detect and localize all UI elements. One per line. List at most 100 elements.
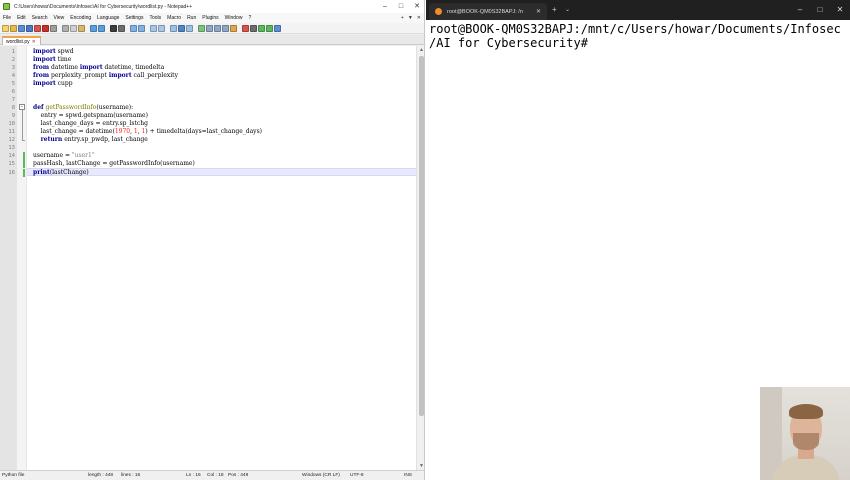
menu-macro[interactable]: Macro [164,15,184,21]
toolbar-separator [194,25,197,32]
cut-icon[interactable] [62,24,69,32]
terminal-maximize-button[interactable]: □ [810,0,830,20]
terminal-close-button[interactable]: ✕ [830,0,850,20]
tab-label: wordlist.py [6,38,30,45]
zoom-in-icon[interactable] [130,24,137,32]
menu-plugins[interactable]: Plugins [199,15,221,21]
doc-map-icon[interactable] [206,24,213,32]
menu-edit[interactable]: Edit [14,15,29,21]
udl-icon[interactable] [198,24,205,32]
code-text: last_change = datetime(1970, 1, 1) + tim… [33,128,262,135]
print-icon[interactable] [50,24,57,32]
menu-encoding[interactable]: Encoding [67,15,94,21]
window-title: C:\Users\howar\Documents\Infosec\AI for … [14,3,193,10]
menu-tools[interactable]: Tools [146,15,164,21]
status-lines: lines : 16 [121,473,141,478]
new-tab-button[interactable]: + [552,5,557,14]
save-icon[interactable] [18,24,25,32]
terminal-minimize-button[interactable]: – [790,0,810,20]
status-mode: INS [404,473,412,478]
tab-wordlist-py[interactable]: wordlist.py ✕ [2,36,41,45]
code-line: 1 import spwd [12,48,416,56]
code-line: 6 [12,88,416,96]
status-encoding: UTF-8 [350,473,364,478]
status-bar: Python file length : 448 lines : 16 Ln :… [0,470,424,480]
vertical-scrollbar[interactable]: ▲ ▼ [416,46,424,470]
menu-run[interactable]: Run [184,15,199,21]
save-macro-icon[interactable] [274,24,281,32]
copy-icon[interactable] [70,24,77,32]
show-all-chars-icon[interactable] [178,24,185,32]
minimize-button[interactable]: – [377,0,393,13]
toolbar-separator [146,25,149,32]
scroll-down-icon[interactable]: ▼ [417,462,424,470]
linux-penguin-icon [435,8,442,15]
code-line: 4 from perplexity_prompt import call_per… [12,72,416,80]
scrollbar-thumb[interactable] [419,56,424,416]
terminal-prompt-line: root@BOOK-QM0S32BAPJ:/mnt/c/Users/howar/… [429,22,841,36]
terminal-tab[interactable]: root@BOOK-QM0S32BAPJ: /n ✕ [429,3,547,20]
code-text: username = "user1" [33,152,95,159]
status-ln: Ln : 16 [186,473,201,478]
code-line: 3 from datetime import datetime, timedel… [12,64,416,72]
webcam-overlay [760,387,850,480]
undo-icon[interactable] [90,24,97,32]
maximize-button[interactable]: □ [393,0,409,13]
stop-macro-icon[interactable] [250,24,257,32]
menu-right-controls: + ▼ ✕ [401,13,421,23]
paste-icon[interactable] [78,24,85,32]
current-code-line: 16 print(lastChange) [8,168,416,177]
new-file-icon[interactable] [2,24,9,32]
tab-list-button[interactable]: ▼ [408,13,413,23]
function-list-icon[interactable] [222,24,229,32]
terminal-window-controls: – □ ✕ [790,0,850,20]
redo-icon[interactable] [98,24,105,32]
close-all-icon[interactable] [42,24,49,32]
close-file-icon[interactable] [34,24,41,32]
word-wrap-icon[interactable] [170,24,177,32]
terminal-tab-title: root@BOOK-QM0S32BAPJ: /n [447,8,523,15]
toolbar-separator [126,25,129,32]
folder-as-workspace-icon[interactable] [230,24,237,32]
code-line: 15 passHash, lastChange = getPasswordInf… [8,160,416,168]
add-tab-button[interactable]: + [401,13,404,23]
play-macro-icon[interactable] [258,24,265,32]
menu-help[interactable]: ? [245,15,254,21]
code-text: import spwd [33,48,74,55]
close-button[interactable]: ✕ [409,0,424,13]
sync-vertical-icon[interactable] [150,24,157,32]
line-number: 12 [8,137,15,143]
code-text: from datetime import datetime, timedelta [33,64,165,71]
menu-file[interactable]: File [0,15,14,21]
run-macro-multiple-icon[interactable] [266,24,273,32]
line-number: 8 [11,105,15,111]
sync-horizontal-icon[interactable] [158,24,165,32]
replace-icon[interactable] [118,24,125,32]
scroll-up-icon[interactable]: ▲ [417,46,424,54]
line-number: 13 [8,145,15,151]
status-length: length : 448 [88,473,114,478]
menu-language[interactable]: Language [94,15,122,21]
record-macro-icon[interactable] [242,24,249,32]
save-all-icon[interactable] [26,24,33,32]
find-icon[interactable] [110,24,117,32]
doc-list-icon[interactable] [214,24,221,32]
tab-close-icon[interactable]: ✕ [32,39,36,45]
code-line: 12 return entry.sp_pwdp, last_change [8,136,416,144]
menu-window[interactable]: Window [222,15,246,21]
code-area[interactable]: 1 import spwd 2 import time 3 from datet… [8,46,416,470]
indent-guide-icon[interactable] [186,24,193,32]
toolbar-separator [86,25,89,32]
code-line: 2 import time [12,56,416,64]
tab-dropdown-icon[interactable]: ⌄ [565,6,570,13]
zoom-out-icon[interactable] [138,24,145,32]
toolbar [0,23,424,34]
terminal-tab-close-icon[interactable]: ✕ [536,8,541,15]
menu-settings[interactable]: Settings [122,15,146,21]
open-file-icon[interactable] [10,24,17,32]
line-number: 2 [11,57,15,63]
menu-view[interactable]: View [51,15,68,21]
menu-search[interactable]: Search [29,15,51,21]
close-document-button[interactable]: ✕ [417,13,421,23]
code-editor[interactable]: − 1 import spwd 2 import time 3 from dat… [0,46,424,470]
